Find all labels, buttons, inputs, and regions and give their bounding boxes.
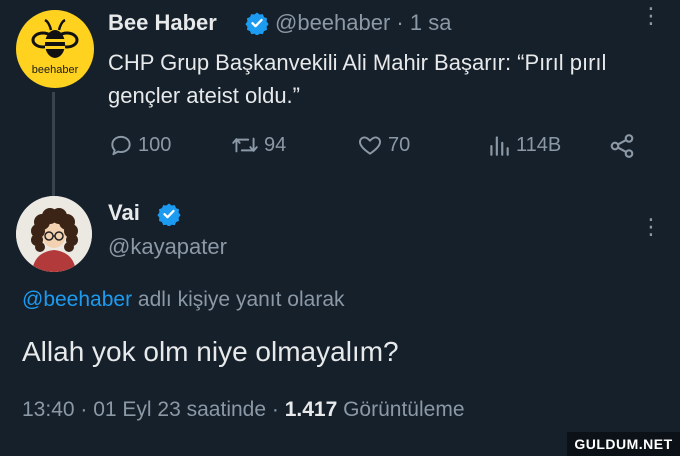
replying-to: @beehaber adlı kişiye yanıt olarak [22,288,345,312]
vai-avatar[interactable] [16,196,92,272]
more-icon[interactable]: ⋮ [640,214,662,240]
reply-views-count: 1.417 [284,398,338,421]
separator: · [74,398,94,421]
more-icon[interactable]: ⋮ [640,5,662,27]
tweet-text: CHP Grup Başkanvekili Ali Mahir Başarır:… [108,50,607,108]
handle-text[interactable]: @beehaber [275,10,390,35]
verified-badge-icon [157,202,181,231]
views-icon [490,136,509,156]
retweet-button[interactable]: 94 [230,132,286,158]
thread-line [52,92,55,202]
reply-author-name[interactable]: Vai [108,200,140,226]
beehaber-avatar[interactable]: beehaber [16,10,94,88]
logo-text: beehaber [32,64,79,76]
like-icon [359,136,381,155]
mention-link[interactable]: @beehaber [22,288,132,311]
reply-date[interactable]: 01 Eyl 23 saatinde [93,398,266,421]
reply-author-handle[interactable]: @kayapater [108,234,227,260]
separator: · [390,10,410,35]
watermark: GULDUM.NET [567,432,680,456]
bee-logo: beehaber [31,18,79,76]
tweet-time[interactable]: 1 sa [410,10,452,35]
like-button[interactable]: 70 [356,132,410,158]
view-count: 114B [516,133,562,156]
reply-views-label: Görüntüleme [337,398,465,421]
share-icon [610,134,634,158]
share-button[interactable] [608,132,640,160]
retweet-icon [232,137,258,153]
like-count: 70 [388,133,411,156]
verified-badge-icon [245,11,269,40]
reply-time[interactable]: 13:40 [22,398,75,421]
reply-icon [111,135,131,156]
reply-count: 100 [138,133,172,156]
separator: · [266,398,285,421]
reply-text: Allah yok olm niye olmayalım? [22,336,399,367]
cartoon-avatar [16,196,92,272]
tweet-author-name[interactable]: Bee Haber [108,10,217,36]
views-button[interactable]: 114B [486,132,561,158]
replying-to-suffix: adlı kişiye yanıt olarak [132,288,345,311]
reply-meta: 13:40 · 01 Eyl 23 saatinde · 1.417 Görün… [22,398,465,422]
reply-button[interactable]: 100 [108,132,171,158]
retweet-count: 94 [264,133,287,156]
tweet-author-handle[interactable]: @beehaber · 1 sa [275,10,451,36]
